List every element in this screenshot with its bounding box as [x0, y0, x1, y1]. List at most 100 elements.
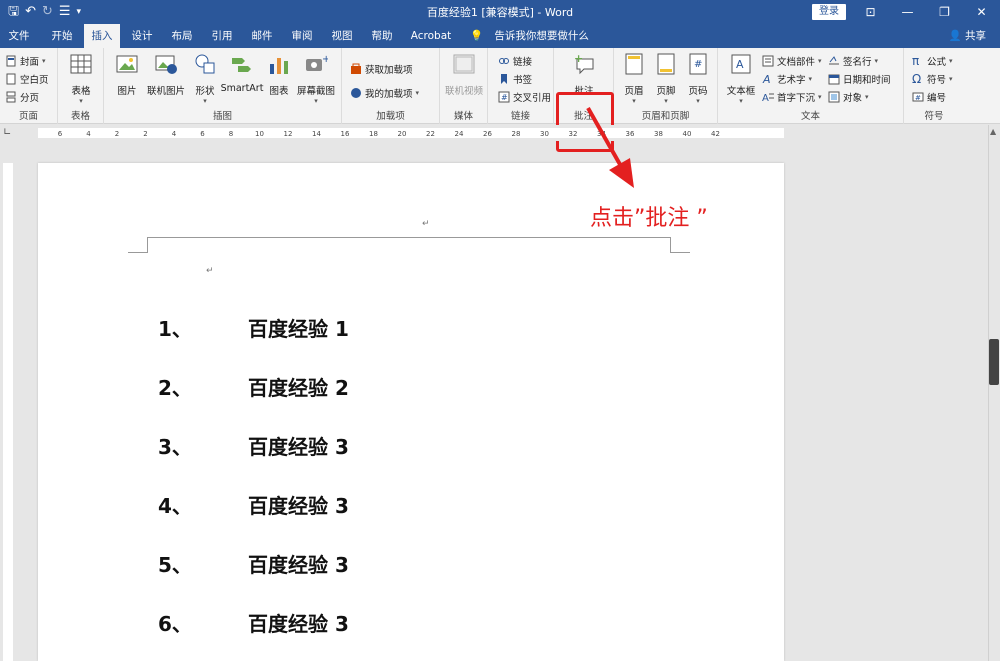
object-button[interactable]: 对象 ▾ [828, 90, 869, 104]
picture-button[interactable]: 图片 [112, 52, 142, 97]
signature-line-button[interactable]: 签名行 ▾ [828, 54, 878, 68]
tab-insert[interactable]: 插入 [84, 24, 120, 48]
wordart-label: 艺术字 [777, 75, 806, 86]
chart-label: 图表 [269, 86, 289, 97]
header-button[interactable]: 页眉 ▾ [618, 52, 650, 105]
footer-icon [657, 53, 675, 75]
date-time-button[interactable]: 日期和时间 [828, 72, 891, 86]
tab-layout[interactable]: 布局 [164, 24, 200, 48]
symbol-button[interactable]: Ω 符号 ▾ [912, 72, 953, 86]
my-addins-button[interactable]: 我的加载项 ▾ [350, 86, 419, 100]
redo-icon[interactable]: ↻ [42, 3, 53, 21]
online-picture-button[interactable]: 联机图片 [144, 52, 188, 97]
chart-button[interactable]: 图表 [266, 52, 292, 97]
group-tables-label: 表格 [70, 111, 90, 122]
ruler-scale[interactable]: 6 4 2 2 4 6 8 10 12 14 16 18 20 22 24 26 28 30 32 34 36 38 40 4… [38, 128, 784, 138]
footer-button[interactable]: 页脚 ▾ [650, 52, 682, 105]
group-text-label: 文本 [800, 111, 820, 122]
tab-file[interactable]: 文件 [0, 24, 38, 48]
pi-icon: π [912, 54, 920, 68]
document-page[interactable]: ↵ ↵ 1、 百度经验 1 2、 百度经验 2 3、 百度经验 3 4、 百度经… [38, 163, 784, 661]
tab-references[interactable]: 引用 [204, 24, 240, 48]
store-icon [351, 63, 361, 74]
list-format-icon[interactable]: ☰ [59, 3, 71, 21]
number-button[interactable]: # 编号 [912, 90, 946, 104]
save-icon[interactable]: 🖫 [8, 3, 19, 21]
dropcap-button[interactable]: A 首字下沉 ▾ [762, 90, 822, 104]
number-icon: # [912, 92, 924, 102]
new-comment-button[interactable]: + 批注 [568, 52, 600, 97]
my-addins-icon [351, 88, 361, 98]
textbox-label: 文本框 [726, 86, 756, 97]
restore-icon[interactable]: ❐ [926, 0, 963, 24]
quick-parts-button[interactable]: 文档部件 ▾ [762, 54, 822, 68]
page-number-label: 页码 [688, 86, 708, 97]
bookmark-button[interactable]: 书签 [498, 72, 532, 86]
new-comment-icon: + [574, 52, 594, 75]
online-video-icon [453, 54, 475, 74]
tab-home[interactable]: 开始 [44, 24, 80, 48]
wordart-button[interactable]: A 艺术字 ▾ [762, 72, 812, 86]
bookmark-label: 书签 [513, 75, 533, 86]
ruler-label: 40 [683, 130, 692, 138]
customize-qat-icon[interactable]: ▾ [77, 3, 82, 21]
online-video-button[interactable]: 联机视频 [442, 52, 486, 97]
vertical-scrollbar[interactable]: ▲ [988, 125, 1000, 661]
tab-review[interactable]: 审阅 [284, 24, 320, 48]
ruler-label: 4 [86, 130, 91, 138]
cover-page-button[interactable]: 封面 ▾ [5, 54, 46, 68]
vertical-ruler-scale[interactable] [3, 163, 13, 661]
list-text: 百度经验 3 [248, 435, 349, 459]
cross-reference-button[interactable]: # 交叉引用 [498, 90, 551, 104]
screenshot-button[interactable]: + 屏幕截图 ▾ [294, 52, 338, 105]
smartart-button[interactable]: SmartArt [220, 52, 264, 94]
tell-me-text: 告诉我你想要做什么 [494, 30, 589, 42]
window-title: 百度经验1 [兼容模式] - Word [426, 6, 574, 19]
undo-icon[interactable]: ↶ [25, 3, 36, 21]
ribbon-display-icon[interactable]: ⊡ [852, 0, 889, 24]
omega-icon: Ω [912, 72, 922, 86]
group-links-label: 链接 [510, 111, 530, 122]
header-icon [625, 53, 643, 75]
page-break-icon [6, 91, 16, 103]
tab-selector-icon[interactable]: ∟ [3, 127, 11, 138]
header-paragraph-mark: ↵ [422, 219, 430, 229]
svg-text:A: A [762, 93, 769, 103]
login-button[interactable]: 登录 [812, 4, 846, 20]
list-number: 1、 [158, 317, 192, 341]
user-icon: 👤 [948, 30, 962, 42]
svg-text:#: # [694, 59, 702, 70]
object-label: 对象 [843, 93, 863, 104]
shapes-button[interactable]: 形状 ▾ [190, 52, 220, 105]
minimize-icon[interactable]: — [889, 0, 926, 24]
link-button[interactable]: 链接 [498, 54, 532, 68]
group-header-footer-label: 页眉和页脚 [641, 111, 690, 122]
tab-mailings[interactable]: 邮件 [244, 24, 280, 48]
textbox-button[interactable]: A 文本框 ▾ [724, 52, 758, 105]
header-corner-left [128, 237, 148, 253]
group-links: 链接 书签 # 交叉引用 链接 [488, 48, 554, 124]
tab-view[interactable]: 视图 [324, 24, 360, 48]
tell-me-box[interactable]: 💡 告诉我你想要做什么 [470, 24, 589, 48]
share-button[interactable]: 👤 共享 [949, 24, 986, 48]
equation-button[interactable]: π 公式 ▾ [912, 54, 953, 68]
table-button[interactable]: 表格 ▾ [66, 52, 96, 105]
blank-page-button[interactable]: 空白页 [5, 72, 49, 86]
close-icon[interactable]: ✕ [963, 0, 1000, 24]
svg-text:+: + [322, 54, 328, 65]
online-picture-icon [155, 55, 177, 74]
group-symbols: π 公式 ▾ Ω 符号 ▾ # 编号 符号 [904, 48, 964, 124]
tab-acrobat[interactable]: Acrobat [406, 24, 456, 48]
page-break-button[interactable]: 分页 [5, 90, 39, 104]
share-label: 共享 [965, 30, 986, 42]
scroll-up-icon[interactable]: ▲ [990, 127, 996, 136]
page-number-button[interactable]: # 页码 ▾ [682, 52, 714, 105]
ruler-label: 20 [398, 130, 407, 138]
cover-page-label: 封面 [20, 57, 40, 68]
get-addins-button[interactable]: 获取加载项 [350, 62, 413, 76]
scroll-thumb[interactable] [989, 339, 999, 385]
tab-help[interactable]: 帮助 [364, 24, 400, 48]
smartart-icon [232, 58, 251, 72]
tab-design[interactable]: 设计 [124, 24, 160, 48]
list-number: 3、 [158, 435, 192, 459]
